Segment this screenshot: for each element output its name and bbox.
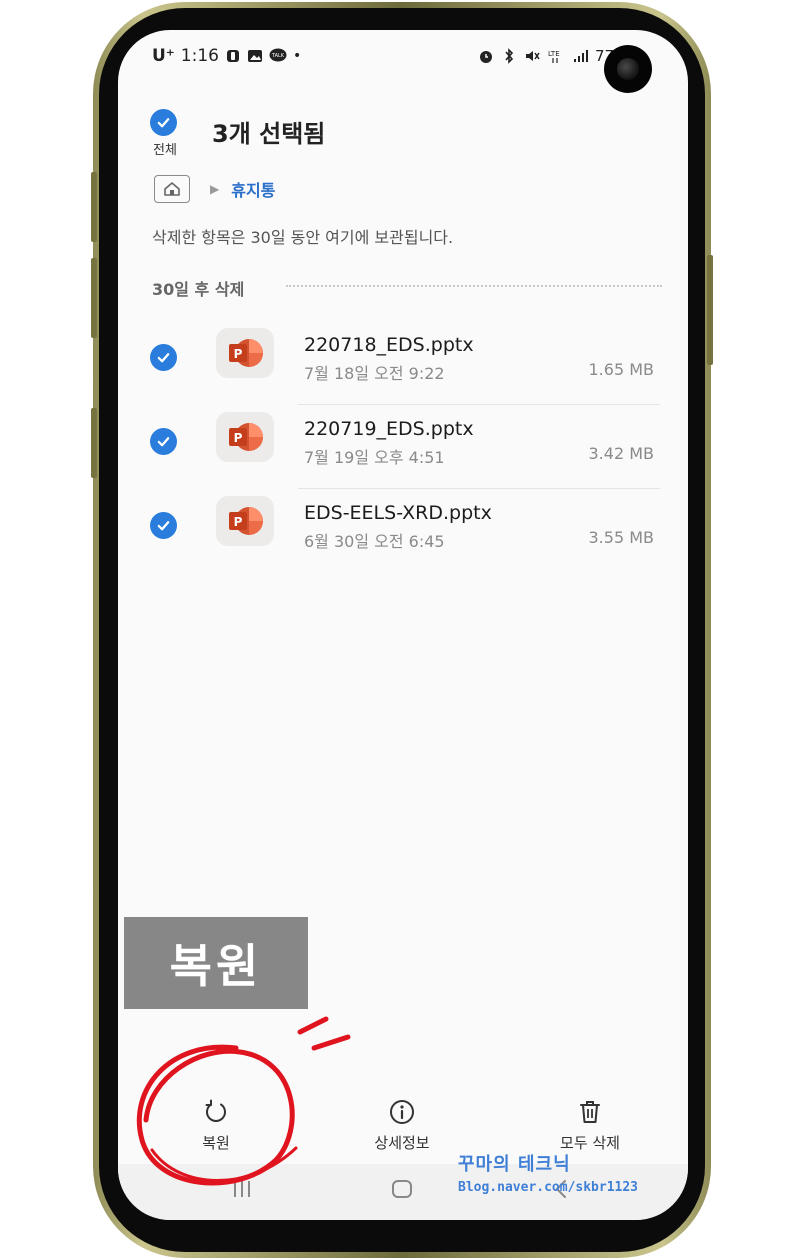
red-annotation-circle bbox=[136, 1016, 351, 1186]
